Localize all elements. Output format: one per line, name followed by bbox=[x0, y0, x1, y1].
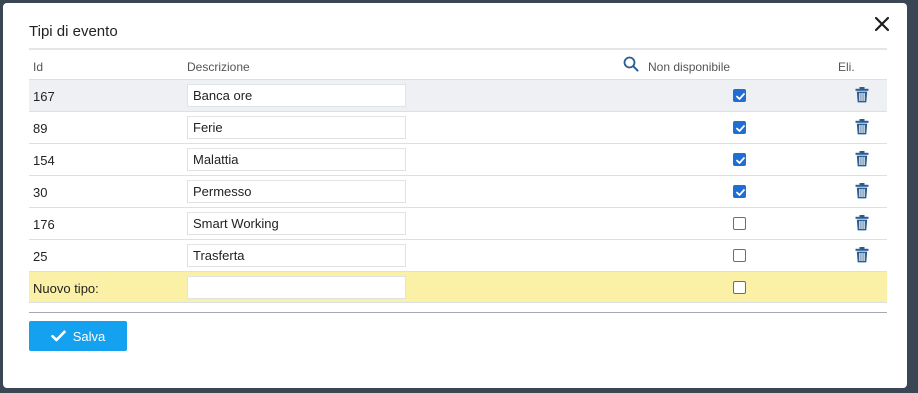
row-id: 167 bbox=[33, 89, 55, 104]
trash-icon[interactable] bbox=[855, 247, 869, 263]
row-id: 154 bbox=[33, 153, 55, 168]
header-id[interactable]: Id bbox=[33, 60, 43, 74]
save-button[interactable]: Salva bbox=[29, 321, 127, 351]
row-description-input[interactable] bbox=[187, 84, 406, 107]
row-id: 25 bbox=[33, 249, 48, 264]
row-unavailable-checkbox[interactable] bbox=[733, 185, 746, 198]
row-id: 89 bbox=[33, 121, 48, 136]
row-id: 176 bbox=[33, 217, 55, 232]
new-type-description-input[interactable] bbox=[187, 276, 406, 299]
close-icon[interactable] bbox=[873, 15, 891, 33]
header-description[interactable]: Descrizione bbox=[187, 60, 250, 74]
event-types-grid: Id Descrizione Non disponibile Eli. 167 8… bbox=[29, 48, 887, 303]
row-unavailable-checkbox[interactable] bbox=[733, 121, 746, 134]
trash-icon[interactable] bbox=[855, 87, 869, 103]
dialog-title: Tipi di evento bbox=[29, 23, 118, 40]
row-unavailable-checkbox[interactable] bbox=[733, 217, 746, 230]
trash-icon[interactable] bbox=[855, 119, 869, 135]
table-row[interactable]: 89 bbox=[29, 111, 887, 143]
table-row[interactable]: 176 bbox=[29, 207, 887, 239]
header-unavailable[interactable]: Non disponibile bbox=[648, 60, 730, 74]
check-icon bbox=[50, 330, 66, 342]
row-unavailable-checkbox[interactable] bbox=[733, 249, 746, 262]
row-description-input[interactable] bbox=[187, 116, 406, 139]
table-row[interactable]: 167 bbox=[29, 79, 887, 111]
footer-divider bbox=[29, 312, 887, 313]
row-id: 30 bbox=[33, 185, 48, 200]
row-unavailable-checkbox[interactable] bbox=[733, 153, 746, 166]
table-row[interactable]: 154 bbox=[29, 143, 887, 175]
row-unavailable-checkbox[interactable] bbox=[733, 89, 746, 102]
new-type-row: Nuovo tipo: bbox=[29, 271, 887, 303]
table-row[interactable]: 25 bbox=[29, 239, 887, 271]
new-type-unavailable-checkbox[interactable] bbox=[733, 281, 746, 294]
table-row[interactable]: 30 bbox=[29, 175, 887, 207]
row-description-input[interactable] bbox=[187, 212, 406, 235]
event-types-dialog: Tipi di evento Id Descrizione Non dispon… bbox=[3, 3, 907, 388]
search-icon[interactable] bbox=[623, 56, 639, 75]
row-description-input[interactable] bbox=[187, 148, 406, 171]
header-delete[interactable]: Eli. bbox=[838, 60, 855, 74]
trash-icon[interactable] bbox=[855, 183, 869, 199]
grid-header: Id Descrizione Non disponibile Eli. bbox=[29, 48, 887, 79]
row-description-input[interactable] bbox=[187, 244, 406, 267]
trash-icon[interactable] bbox=[855, 151, 869, 167]
save-label: Salva bbox=[72, 328, 106, 344]
trash-icon[interactable] bbox=[855, 215, 869, 231]
row-description-input[interactable] bbox=[187, 180, 406, 203]
new-type-label: Nuovo tipo: bbox=[33, 281, 99, 296]
